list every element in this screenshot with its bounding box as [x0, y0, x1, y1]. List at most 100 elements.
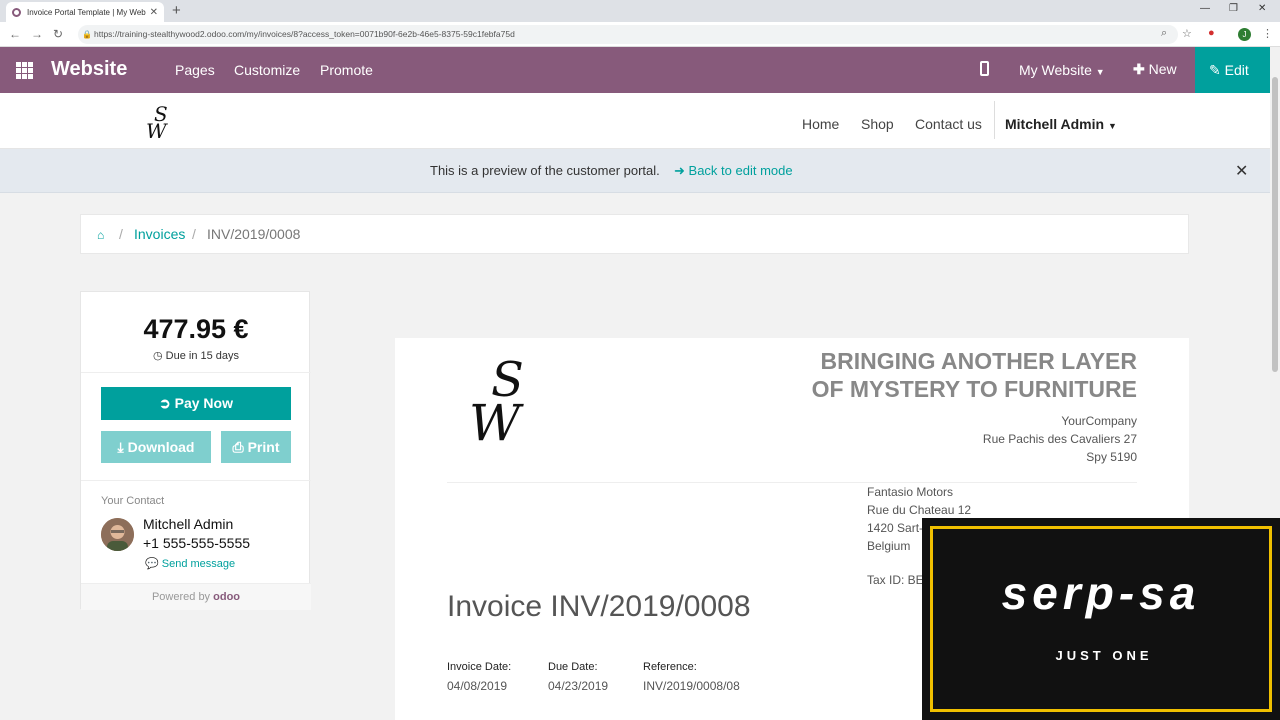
overlay-subtitle: JUST ONE	[1055, 648, 1153, 663]
customer-city: 1420 Sart-	[867, 521, 924, 535]
zoom-icon[interactable]: ⌕	[1161, 27, 1167, 40]
breadcrumb-separator: /	[192, 226, 196, 242]
powered-by-label: Powered by	[151, 591, 211, 603]
forward-icon[interactable]: →	[31, 27, 43, 41]
menu-pages[interactable]: Pages	[175, 62, 215, 78]
my-website-dropdown[interactable]: My Website ▼	[1019, 62, 1105, 78]
contact-name: Mitchell Admin	[143, 516, 234, 532]
edit-label: Edit	[1224, 62, 1249, 78]
restore-icon[interactable]: ❐	[1229, 3, 1238, 14]
preview-message: This is a preview of the customer portal…	[430, 163, 660, 178]
divider	[81, 372, 311, 373]
due-date-value: 04/23/2019	[548, 679, 609, 693]
site-header: S W Home Shop Contact us Mitchell Admin …	[0, 93, 1270, 149]
new-button[interactable]: ✚ New	[1133, 61, 1177, 78]
home-icon[interactable]: ⌂	[97, 228, 104, 242]
back-icon[interactable]: ←	[9, 27, 21, 41]
pay-now-button[interactable]: ➲ Pay Now	[101, 387, 291, 420]
scrollbar-thumb[interactable]	[1272, 77, 1278, 372]
browser-tab-title: Invoice Portal Template | My Website	[27, 7, 146, 17]
edit-button[interactable]: ✎ Edit	[1195, 47, 1270, 93]
clock-icon: ◷	[152, 350, 163, 362]
back-to-edit-label: Back to edit mode	[688, 163, 793, 178]
pay-now-label: Pay Now	[174, 395, 233, 411]
company-name: YourCompany	[1061, 414, 1137, 428]
contact-avatar	[101, 518, 134, 551]
invoice-date-value: 04/08/2019	[447, 679, 508, 693]
send-message-label: Send message	[161, 558, 236, 570]
print-icon: ⎙	[232, 439, 244, 455]
user-name: Mitchell Admin	[1005, 116, 1105, 132]
close-tab-icon[interactable]: ✕	[150, 7, 158, 18]
svg-text:W: W	[469, 394, 524, 445]
overlay-brand: serp-sa	[1001, 567, 1201, 619]
lock-icon: 🔒	[82, 30, 92, 39]
breadcrumb-separator: /	[119, 226, 123, 242]
company-city: Spy 5190	[1086, 450, 1137, 464]
back-to-edit-link[interactable]: ➜ Back to edit mode	[674, 163, 793, 179]
arrow-circle-right-icon: ➲	[159, 395, 171, 411]
minimize-icon[interactable]: —	[1200, 3, 1210, 14]
invoice-date-label: Invoice Date:	[447, 661, 512, 673]
website-brand[interactable]: Website	[51, 58, 127, 81]
svg-text:W: W	[146, 119, 168, 141]
print-button[interactable]: ⎙ Print	[221, 431, 291, 463]
reference-value: INV/2019/0008/08	[643, 679, 740, 693]
extension-icon[interactable]: ●	[1208, 27, 1215, 39]
invoice-title: Invoice INV/2019/0008	[447, 590, 751, 623]
nav-home[interactable]: Home	[802, 116, 839, 132]
browser-menu-icon[interactable]: ⋮	[1262, 27, 1273, 40]
breadcrumb-current: INV/2019/0008	[207, 226, 301, 242]
close-banner-icon[interactable]: ✕	[1235, 161, 1248, 181]
send-message-link[interactable]: 💬 Send message	[145, 557, 235, 570]
preview-banner: This is a preview of the customer portal…	[0, 149, 1270, 193]
caret-down-icon: ▼	[1107, 121, 1117, 131]
close-window-icon[interactable]: ✕	[1258, 3, 1266, 14]
your-contact-label: Your Contact	[101, 495, 165, 507]
caret-down-icon: ▼	[1095, 67, 1105, 77]
mobile-preview-icon[interactable]	[980, 61, 989, 76]
company-tagline-1: BRINGING ANOTHER LAYER	[820, 348, 1138, 374]
video-overlay-logo: serp-sa JUST ONE	[922, 518, 1280, 720]
customer-country: Belgium	[867, 539, 911, 553]
due-text: Due in 15 days	[165, 350, 240, 362]
due-status: ◷ Due in 15 days	[81, 349, 311, 362]
plus-icon: ✚	[1133, 61, 1145, 77]
print-label: Print	[247, 439, 280, 455]
reference-label: Reference:	[643, 661, 697, 673]
breadcrumb: ⌂ / Invoices / INV/2019/0008	[80, 214, 1189, 254]
download-label: Download	[127, 439, 195, 455]
website-editor-bar: Website Pages Customize Promote My Websi…	[0, 47, 1270, 93]
nav-divider	[994, 101, 995, 139]
site-logo[interactable]: S W	[144, 102, 176, 146]
url-field[interactable]: 🔒 https://training-stealthywood2.odoo.co…	[78, 25, 1178, 44]
customer-name: Fantasio Motors	[867, 485, 954, 499]
browser-tab-bar: Invoice Portal Template | My Website ✕ +…	[0, 0, 1280, 22]
menu-customize[interactable]: Customize	[234, 62, 300, 78]
apps-grid-icon[interactable]	[16, 62, 33, 79]
new-label: New	[1148, 61, 1177, 77]
browser-tab[interactable]: Invoice Portal Template | My Website ✕	[6, 2, 164, 22]
divider	[81, 480, 311, 481]
new-tab-icon[interactable]: +	[172, 2, 181, 19]
reload-icon[interactable]: ↻	[53, 27, 63, 41]
due-date-label: Due Date:	[548, 661, 598, 673]
bookmark-star-icon[interactable]: ☆	[1182, 27, 1192, 40]
powered-by-footer: Powered by odoo	[81, 583, 311, 610]
company-logo: S W	[465, 350, 545, 452]
download-button[interactable]: ⤓ Download	[101, 431, 211, 463]
address-bar: ← → ↻ 🔒 https://training-stealthywood2.o…	[0, 22, 1280, 47]
nav-contact-us[interactable]: Contact us	[915, 116, 982, 132]
menu-promote[interactable]: Promote	[320, 62, 373, 78]
arrow-right-icon: ➜	[674, 163, 685, 178]
nav-shop[interactable]: Shop	[861, 116, 894, 132]
my-website-label: My Website	[1019, 62, 1092, 78]
invoice-sidebar: 477.95 € ◷ Due in 15 days ➲ Pay Now ⤓ Do…	[80, 291, 311, 610]
url-text: https://training-stealthywood2.odoo.com/…	[94, 29, 515, 39]
profile-avatar[interactable]: J	[1238, 28, 1251, 41]
customer-street: Rue du Chateau 12	[867, 503, 972, 517]
breadcrumb-invoices[interactable]: Invoices	[134, 226, 185, 242]
odoo-logo[interactable]: odoo	[213, 591, 240, 603]
divider	[447, 482, 1137, 483]
user-menu[interactable]: Mitchell Admin ▼	[1005, 116, 1117, 132]
